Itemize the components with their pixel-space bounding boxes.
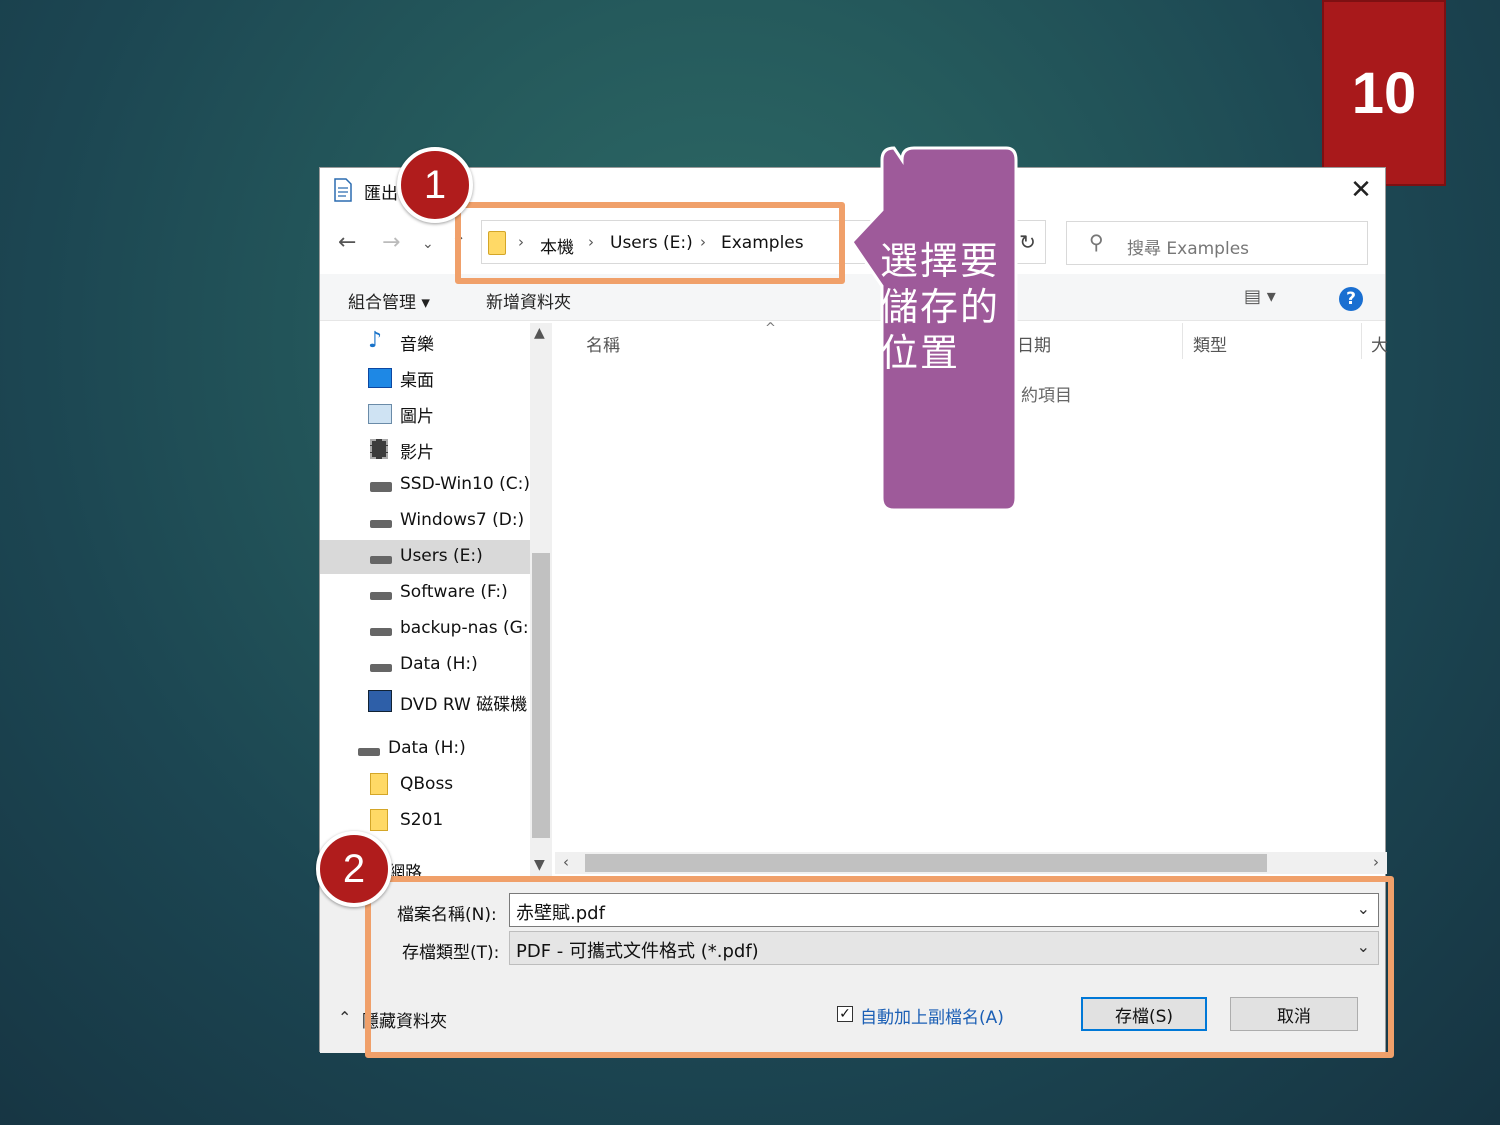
nav-item-label: 網路 <box>388 863 422 877</box>
address-highlight-box <box>455 202 845 284</box>
sort-up-icon: ^ <box>765 321 776 336</box>
nav-item-label: Windows7 (D:) <box>400 510 525 530</box>
drive-icon <box>358 748 380 756</box>
nav-item-label: Software (F:) <box>400 582 508 602</box>
step-1-marker: 1 <box>397 147 473 223</box>
chevron-up-icon[interactable]: ⌃ <box>338 1008 351 1027</box>
column-header-date[interactable]: 日期 <box>1017 331 1051 356</box>
nav-item-label: Data (H:) <box>400 654 478 674</box>
nav-item-network-drive-h[interactable]: Data (H:) <box>320 732 530 766</box>
music-icon: ♪ <box>368 328 383 353</box>
scrollbar-thumb[interactable] <box>532 553 550 838</box>
nav-item-label: 音樂 <box>400 335 434 355</box>
nav-item-drive-d[interactable]: Windows7 (D:) <box>320 504 530 538</box>
scroll-right-icon[interactable]: › <box>1373 853 1379 871</box>
nav-item-drive-g[interactable]: backup-nas (G: <box>320 612 530 646</box>
nav-item-label: backup-nas (G: <box>400 618 529 638</box>
drive-icon <box>370 520 392 528</box>
close-button[interactable]: ✕ <box>1337 168 1385 212</box>
folder-icon <box>370 773 388 795</box>
nav-item-label: 圖片 <box>400 407 434 427</box>
dialog-title: 匯出 <box>364 184 398 204</box>
navigation-pane: ♪ 音樂 桌面 圖片 影片 SSD-Win10 (C:) Windows7 (D… <box>320 323 553 877</box>
nav-item-label: 影片 <box>400 443 434 463</box>
nav-item-drive-c[interactable]: SSD-Win10 (C:) <box>320 468 530 502</box>
nav-item-pictures[interactable]: 圖片 <box>320 396 530 430</box>
nav-item-label: Users (E:) <box>400 546 483 566</box>
search-placeholder: 搜尋 Examples <box>1127 239 1250 259</box>
column-divider[interactable] <box>1182 323 1183 359</box>
step-2-marker: 2 <box>316 831 392 907</box>
save-fields-highlight-box <box>365 876 1394 1058</box>
nav-scrollbar[interactable]: ▲ ▼ <box>530 323 552 877</box>
document-icon <box>334 178 352 202</box>
drive-icon <box>370 628 392 636</box>
empty-folder-message: 約項目 <box>1021 386 1072 406</box>
nav-item-drive-f[interactable]: Software (F:) <box>320 576 530 610</box>
nav-item-label: DVD RW 磁碟機 <box>400 695 528 715</box>
refresh-icon: ↻ <box>1019 230 1036 254</box>
dvd-icon <box>368 690 392 712</box>
organize-menu[interactable]: 組合管理 ▾ <box>348 288 430 313</box>
forward-arrow-icon[interactable]: → <box>382 230 400 255</box>
new-folder-button[interactable]: 新增資料夾 <box>486 288 571 313</box>
nav-item-dvd[interactable]: DVD RW 磁碟機 <box>320 684 530 718</box>
nav-item-label: QBoss <box>400 774 454 794</box>
help-icon[interactable]: ? <box>1339 287 1363 311</box>
column-divider[interactable] <box>1361 323 1362 359</box>
nav-item-label: SSD-Win10 (C:) <box>400 474 530 494</box>
scroll-down-icon[interactable]: ▼ <box>534 857 545 873</box>
scroll-left-icon[interactable]: ‹ <box>563 853 569 871</box>
file-list-hscrollbar[interactable]: ‹ › <box>555 852 1387 874</box>
search-icon: ⚲ <box>1089 230 1104 254</box>
nav-item-label: Data (H:) <box>388 738 466 758</box>
nav-item-videos[interactable]: 影片 <box>320 432 530 466</box>
nav-item-label: S201 <box>400 810 444 830</box>
videos-icon <box>370 439 388 459</box>
column-header-name[interactable]: 名稱 <box>586 331 620 356</box>
nav-item-desktop[interactable]: 桌面 <box>320 360 530 394</box>
close-icon: ✕ <box>1350 175 1372 205</box>
drive-icon <box>370 664 392 672</box>
callout-text: 選擇要儲存的位置 <box>880 239 1001 375</box>
drive-icon <box>370 482 392 492</box>
scroll-up-icon[interactable]: ▲ <box>534 325 545 341</box>
slide-number-badge: 10 <box>1322 0 1446 186</box>
nav-item-music[interactable]: ♪ 音樂 <box>320 324 530 358</box>
back-arrow-icon[interactable]: ← <box>338 230 356 255</box>
search-input[interactable]: ⚲ 搜尋 Examples <box>1066 221 1368 265</box>
nav-item-label: 桌面 <box>400 371 434 391</box>
column-header-size[interactable]: 大 <box>1371 331 1388 356</box>
folder-icon <box>370 809 388 831</box>
nav-item-drive-e[interactable]: Users (E:) <box>320 540 530 574</box>
scrollbar-thumb[interactable] <box>585 854 1267 872</box>
drive-icon <box>370 556 392 564</box>
recent-dropdown-icon[interactable]: ⌄ <box>422 236 434 252</box>
desktop-icon <box>368 368 392 388</box>
nav-item-drive-h[interactable]: Data (H:) <box>320 648 530 682</box>
drive-icon <box>370 592 392 600</box>
pictures-icon <box>368 404 392 424</box>
nav-item-qboss[interactable]: QBoss <box>320 768 530 802</box>
view-options-icon[interactable]: ▤ ▾ <box>1244 286 1276 307</box>
column-header-type[interactable]: 類型 <box>1193 331 1227 356</box>
